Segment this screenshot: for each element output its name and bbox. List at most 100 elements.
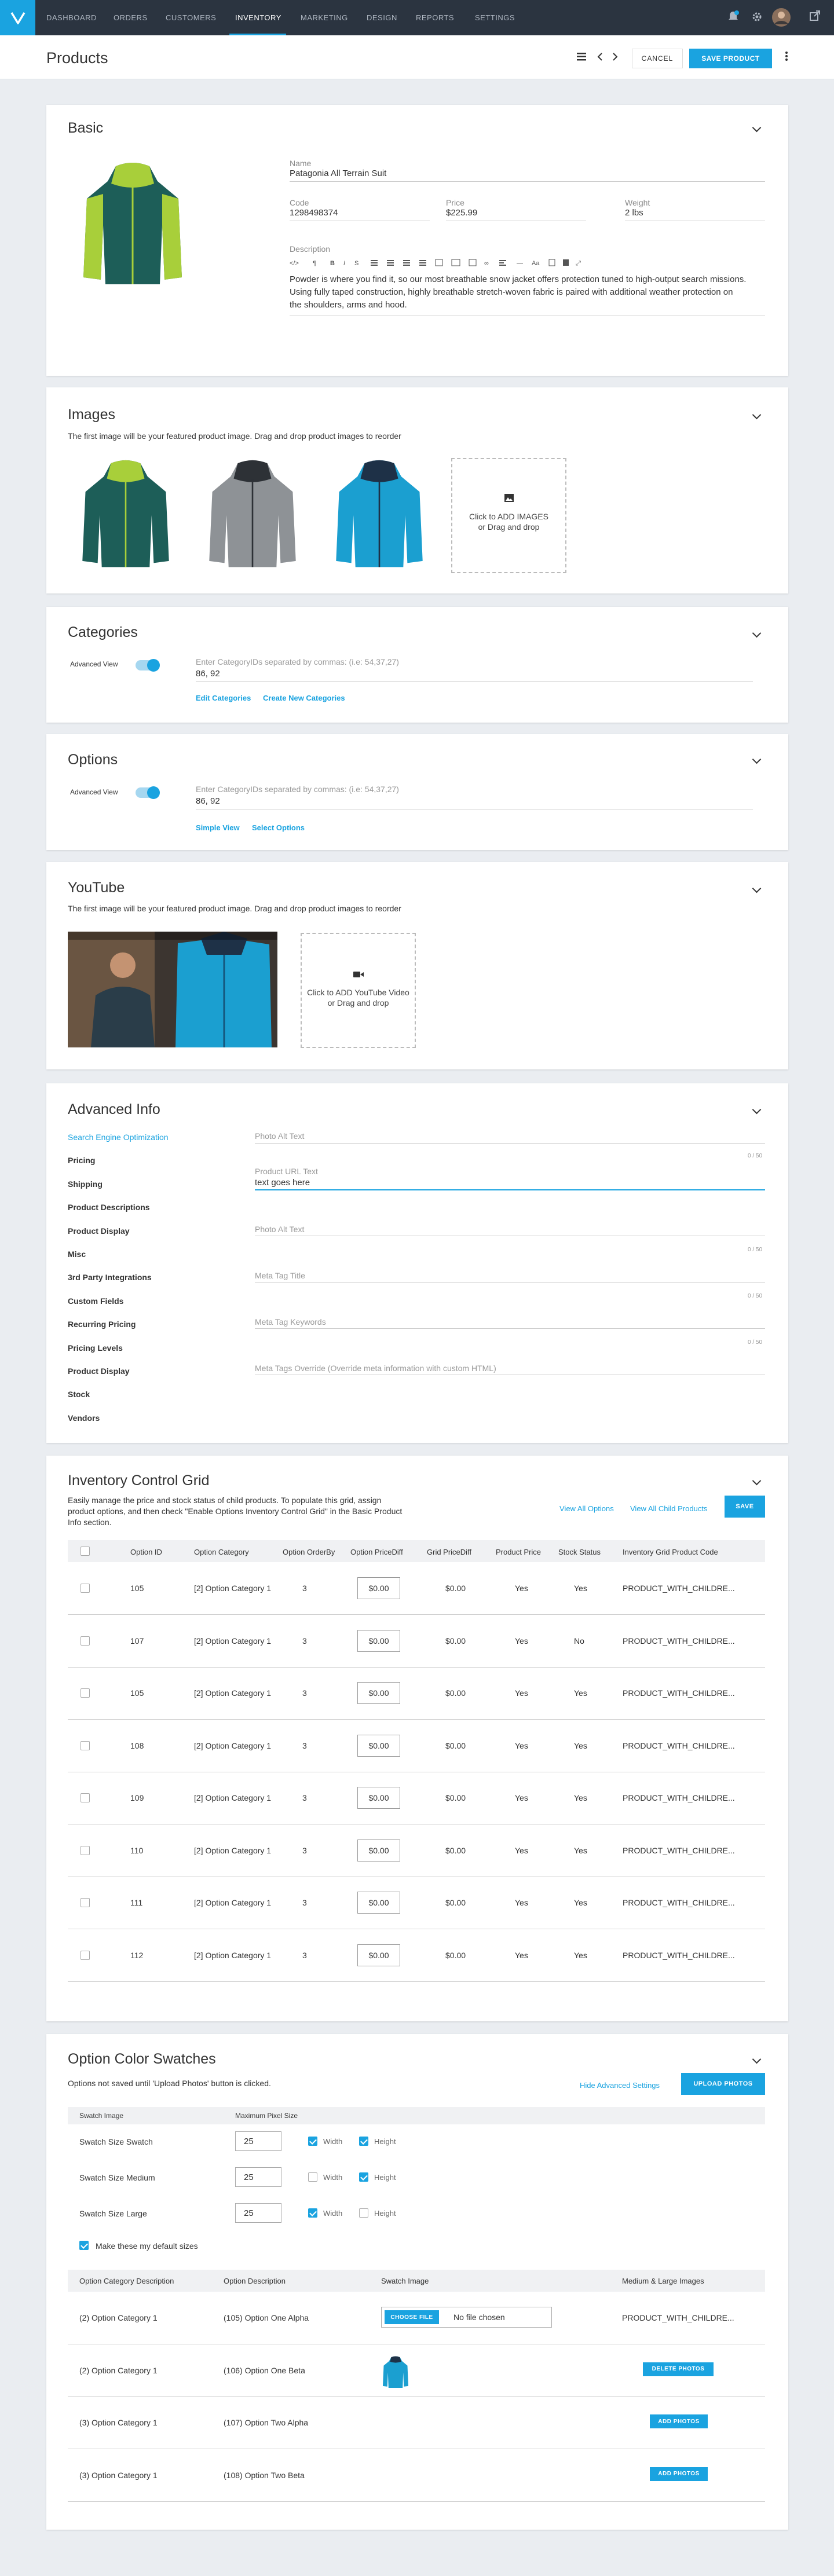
advanced-view-toggle[interactable] [136,659,160,672]
meta-keywords-field[interactable]: Meta Tag Keywords [255,1317,326,1327]
price-field[interactable]: $225.99 [446,208,586,221]
default-sizes-checkbox[interactable] [79,2241,89,2250]
row-checkbox[interactable] [81,1793,90,1802]
nav-item-design[interactable]: DESIGN [367,13,397,22]
row-checkbox[interactable] [81,1688,90,1698]
meta-override-field[interactable]: Meta Tags Override (Override meta inform… [255,1364,496,1373]
notifications-icon[interactable] [727,10,739,26]
advanced-view-toggle[interactable] [136,786,160,799]
grid-column-header[interactable]: Option PriceDiff [350,1548,403,1556]
logo-icon[interactable] [0,0,35,35]
external-link-icon[interactable] [810,10,820,24]
option-pricediff-input[interactable]: $0.00 [357,1577,400,1599]
collapse-chevron-icon[interactable] [752,884,762,893]
youtube-video-thumbnail[interactable] [68,932,277,1050]
select-all-checkbox[interactable] [81,1547,90,1556]
nav-item-settings[interactable]: SETTINGS [475,13,515,22]
row-checkbox[interactable] [81,1845,90,1855]
save-grid-button[interactable]: SAVE [725,1496,765,1518]
advanced-nav-item[interactable]: Pricing [68,1156,95,1165]
collapse-chevron-icon[interactable] [752,410,762,420]
row-checkbox[interactable] [81,1636,90,1646]
option-pricediff-input[interactable]: $0.00 [357,1787,400,1809]
width-checkbox[interactable] [308,2137,317,2146]
product-image[interactable] [80,162,185,290]
advanced-nav-item[interactable]: Product Descriptions [68,1203,150,1212]
option-pricediff-input[interactable]: $0.00 [357,1682,400,1704]
chevron-left-icon[interactable] [597,51,603,64]
hide-advanced-settings-link[interactable]: Hide Advanced Settings [580,2081,660,2090]
simple-view-link[interactable]: Simple View [196,823,240,832]
editor-toolbar[interactable]: </> ¶ B I S ∞ — Aa ⤢ [290,258,660,269]
description-text[interactable]: Powder is where you find it, so our most… [290,273,747,312]
advanced-nav-item[interactable]: Stock [68,1390,90,1399]
swatch-size-input[interactable]: 25 [235,2167,281,2187]
row-checkbox[interactable] [81,1898,90,1907]
list-menu-icon[interactable] [577,51,586,64]
option-pricediff-input[interactable]: $0.00 [357,1944,400,1966]
view-all-options-link[interactable]: View All Options [559,1504,614,1513]
add-images-dropzone[interactable]: Click to ADD IMAGES or Drag and drop [451,458,566,573]
settings-gear-icon[interactable] [751,10,763,26]
grid-column-header[interactable]: Inventory Grid Product Code [623,1548,718,1556]
grid-column-header[interactable]: Option ID [130,1548,162,1556]
collapse-chevron-icon[interactable] [752,2054,762,2064]
nav-item-inventory[interactable]: INVENTORY [235,13,281,22]
add-photos-button[interactable]: ADD PHOTOS [650,2414,708,2428]
delete-photos-button[interactable]: DELETE PHOTOS [643,2362,714,2376]
chevron-right-icon[interactable] [612,51,618,64]
photo-alt-field[interactable]: Photo Alt Text [255,1225,304,1234]
choose-file-button[interactable]: CHOOSE FILE [385,2310,439,2324]
advanced-nav-item[interactable]: Vendors [68,1413,100,1423]
option-pricediff-input[interactable]: $0.00 [357,1629,400,1652]
option-pricediff-input[interactable]: $0.00 [357,1839,400,1862]
width-checkbox[interactable] [308,2172,317,2182]
more-vertical-icon[interactable] [785,51,788,64]
advanced-nav-item[interactable]: Shipping [68,1179,103,1189]
grid-column-header[interactable]: Option Category [194,1548,249,1556]
height-checkbox[interactable] [359,2208,368,2218]
image-thumbnail[interactable] [79,459,172,572]
cancel-button[interactable]: CANCEL [632,49,683,68]
advanced-nav-item[interactable]: Product Display [68,1226,130,1236]
advanced-nav-item[interactable]: Recurring Pricing [68,1320,136,1329]
collapse-chevron-icon[interactable] [752,628,762,638]
row-checkbox[interactable] [81,1740,90,1750]
collapse-chevron-icon[interactable] [752,1105,762,1115]
meta-title-field[interactable]: Meta Tag Title [255,1271,305,1280]
add-photos-button[interactable]: ADD PHOTOS [650,2467,708,2481]
code-field[interactable]: 1298498374 [290,208,430,221]
collapse-chevron-icon[interactable] [752,123,762,133]
height-checkbox[interactable] [359,2137,368,2146]
swatch-size-input[interactable]: 25 [235,2203,281,2223]
swatch-thumbnail[interactable] [381,2356,410,2391]
nav-item-reports[interactable]: REPORTS [416,13,454,22]
product-url-field[interactable]: text goes here [255,1178,310,1188]
row-checkbox[interactable] [81,1950,90,1960]
advanced-nav-item[interactable]: Pricing Levels [68,1343,123,1353]
add-youtube-dropzone[interactable]: Click to ADD YouTube Video or Drag and d… [301,933,416,1048]
nav-item-dashboard[interactable]: DASHBOARD [46,13,97,22]
advanced-nav-item[interactable]: Product Display [68,1366,130,1376]
save-product-button[interactable]: SAVE PRODUCT [689,49,772,68]
image-thumbnail[interactable] [206,459,299,572]
user-avatar[interactable] [772,8,791,30]
advanced-nav-item[interactable]: Custom Fields [68,1296,123,1306]
grid-column-header[interactable]: Stock Status [558,1548,601,1556]
row-checkbox[interactable] [81,1584,90,1593]
categories-input[interactable]: 86, 92 [196,669,753,682]
weight-field[interactable]: 2 lbs [625,208,765,221]
advanced-nav-item[interactable]: Search Engine Optimization [68,1133,169,1142]
width-checkbox[interactable] [308,2208,317,2218]
advanced-nav-item[interactable]: 3rd Party Integrations [68,1273,152,1282]
nav-item-orders[interactable]: ORDERS [114,13,148,22]
height-checkbox[interactable] [359,2172,368,2182]
advanced-nav-item[interactable]: Misc [68,1249,86,1259]
edit-categories-link[interactable]: Edit Categories [196,694,251,702]
create-categories-link[interactable]: Create New Categories [263,694,345,702]
option-pricediff-input[interactable]: $0.00 [357,1734,400,1757]
swatch-size-input[interactable]: 25 [235,2131,281,2151]
nav-item-marketing[interactable]: MARKETING [301,13,348,22]
collapse-chevron-icon[interactable] [752,1476,762,1486]
options-input[interactable]: 86, 92 [196,796,753,809]
